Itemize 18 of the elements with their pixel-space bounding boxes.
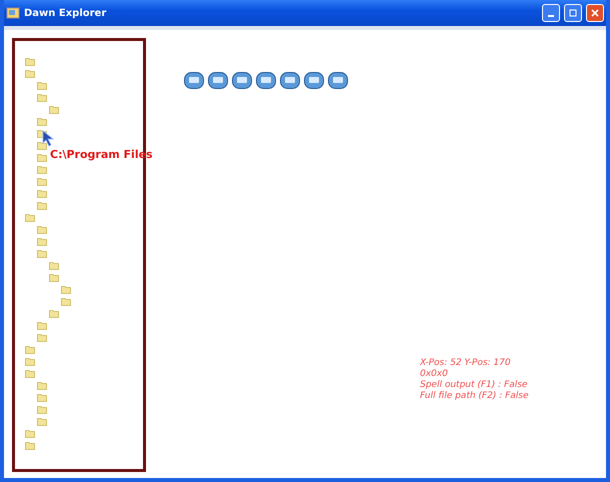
status-text: Spell output (F1) : False: [420, 380, 528, 391]
window-title: Dawn Explorer: [24, 8, 108, 18]
close-button[interactable]: [586, 4, 604, 22]
file-icon[interactable]: [184, 72, 204, 89]
close-icon: [591, 9, 599, 17]
file-icon[interactable]: [280, 72, 300, 89]
file-icon[interactable]: [256, 72, 276, 89]
file-icon[interactable]: [328, 72, 348, 89]
maximize-button[interactable]: [564, 4, 582, 22]
maximize-icon: [569, 9, 577, 17]
file-icon[interactable]: [232, 72, 252, 89]
file-icon[interactable]: [304, 72, 324, 89]
status-text: X-Pos: 52 Y-Pos: 170: [420, 358, 512, 369]
file-icon[interactable]: [208, 72, 228, 89]
status-text: Full file path (F2) : False: [420, 391, 530, 402]
minimize-button[interactable]: [542, 4, 560, 22]
status-text: 0x0x0: [420, 369, 449, 380]
app-icon: [6, 6, 20, 20]
